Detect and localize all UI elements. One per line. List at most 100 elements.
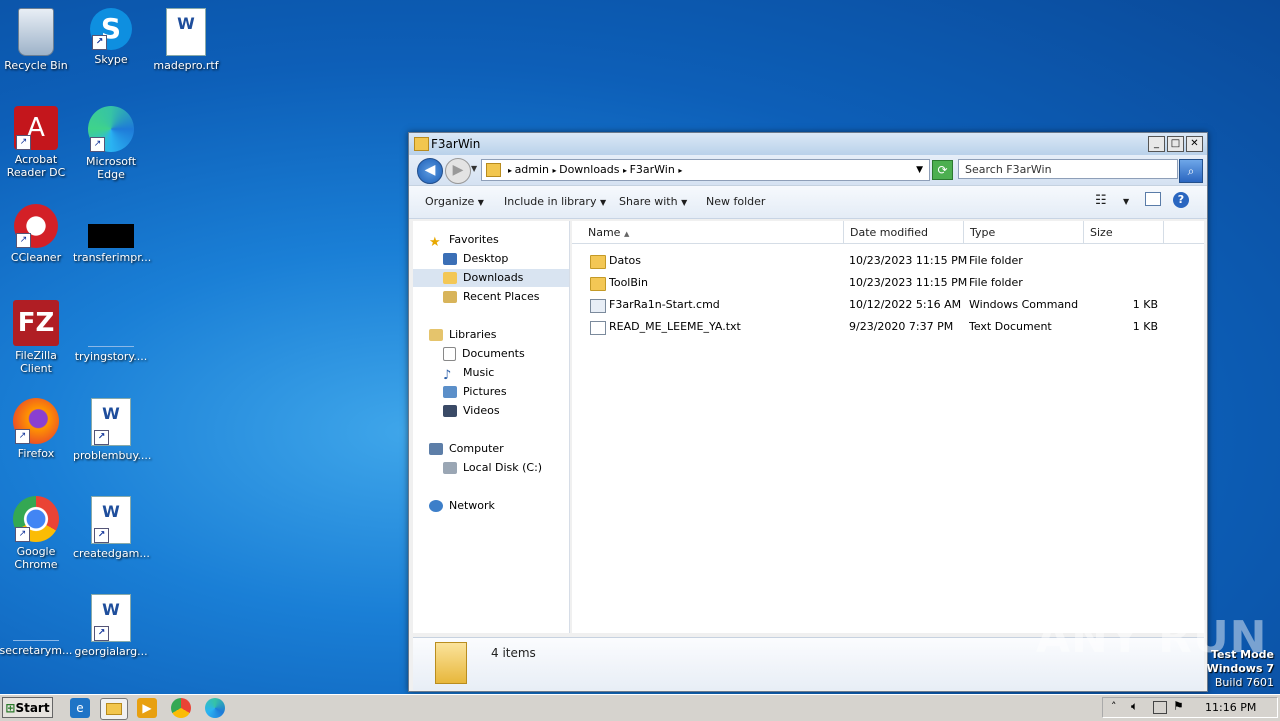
nav-music[interactable]: ♪ Music <box>443 364 494 383</box>
view-options-icon[interactable]: ☷ <box>1095 193 1107 208</box>
window-title: F3arWin <box>431 137 481 151</box>
text-file-icon <box>590 321 606 335</box>
breadcrumb-downloads[interactable]: Downloads <box>559 163 619 176</box>
folder-icon <box>435 642 467 684</box>
documents-icon <box>443 347 456 361</box>
nav-favorites[interactable]: ★ Favorites <box>429 231 499 250</box>
address-bar[interactable]: ▸ admin ▸ Downloads ▸ F3arWin ▸ ▼ <box>481 159 930 181</box>
explorer-window[interactable]: F3arWin _ □ ✕ ◀ ▶ ▼ ▸ admin ▸ Downloads … <box>408 132 1208 692</box>
share-with-button[interactable]: Share with ▼ <box>619 195 687 208</box>
network-icon <box>429 500 443 512</box>
recycle-bin-icon <box>18 8 54 56</box>
include-in-library-button[interactable]: Include in library ▼ <box>504 195 606 208</box>
desktop-icon-tryingstory[interactable]: tryingstory.... <box>73 300 149 363</box>
table-row[interactable]: READ_ME_LEEME_YA.txt 9/23/2020 7:37 PM T… <box>572 317 1204 337</box>
firefox-icon: ↗ <box>13 398 59 444</box>
word-document-icon: W ↗ <box>91 496 131 544</box>
desktop-icon-transferimpr[interactable]: transferimpr... <box>73 204 151 264</box>
downloads-folder-icon <box>443 272 457 284</box>
desktop-icon-createdgam[interactable]: W ↗ createdgam... <box>73 496 150 560</box>
nav-recent-places[interactable]: Recent Places <box>443 288 540 306</box>
search-icon[interactable]: ⌕ <box>1179 159 1203 183</box>
nav-libraries[interactable]: Libraries <box>429 326 497 344</box>
search-input[interactable]: Search F3arWin <box>958 159 1178 179</box>
action-center-flag-icon[interactable]: ⚑ <box>1173 699 1184 713</box>
desktop-icon-edge[interactable]: ↗ Microsoft Edge <box>73 106 149 181</box>
edge-taskbar-icon[interactable] <box>205 698 225 718</box>
desktop-icon-chrome[interactable]: ↗ Google Chrome <box>0 496 74 571</box>
column-header-size[interactable]: Size <box>1084 221 1164 244</box>
organize-button[interactable]: Organize ▼ <box>425 195 484 208</box>
recent-places-icon <box>443 291 457 303</box>
black-file-icon <box>88 224 134 248</box>
start-button[interactable]: ⊞Start <box>2 697 53 718</box>
network-tray-icon[interactable] <box>1153 701 1167 714</box>
blank-file-icon <box>88 322 134 347</box>
column-header-type[interactable]: Type <box>964 221 1084 244</box>
table-row[interactable]: ToolBin 10/23/2023 11:15 PM File folder <box>572 273 1204 293</box>
star-icon: ★ <box>429 235 441 250</box>
desktop-icon-secretarym[interactable]: secretarym... <box>0 594 74 657</box>
libraries-icon <box>429 329 443 341</box>
folder-icon <box>590 255 606 269</box>
view-dropdown-icon[interactable]: ▼ <box>1123 197 1129 206</box>
close-button[interactable]: ✕ <box>1186 136 1203 152</box>
title-bar[interactable]: F3arWin _ □ ✕ <box>409 133 1207 155</box>
nav-local-disk[interactable]: Local Disk (C:) <box>443 459 542 477</box>
maximize-button[interactable]: □ <box>1167 136 1184 152</box>
media-player-icon[interactable]: ▶ <box>137 698 157 718</box>
desktop-icon-problembuy[interactable]: W ↗ problembuy.... <box>73 398 151 462</box>
address-row: ◀ ▶ ▼ ▸ admin ▸ Downloads ▸ F3arWin ▸ ▼ … <box>409 155 1207 186</box>
nav-computer[interactable]: Computer <box>429 440 504 458</box>
breadcrumb-f3arwin[interactable]: F3arWin <box>630 163 675 176</box>
computer-icon <box>429 443 443 455</box>
explorer-taskbar-icon[interactable] <box>100 698 128 720</box>
windows-logo-icon: ⊞ <box>5 701 16 715</box>
cmd-file-icon <box>590 299 606 313</box>
chrome-taskbar-icon[interactable] <box>171 698 191 718</box>
local-disk-icon <box>443 462 457 474</box>
internet-explorer-icon[interactable]: e <box>70 698 90 718</box>
new-folder-button[interactable]: New folder <box>706 195 765 208</box>
nav-videos[interactable]: Videos <box>443 402 500 420</box>
desktop-icon-madepro[interactable]: W madepro.rtf <box>148 8 224 72</box>
breadcrumb-admin[interactable]: admin <box>515 163 549 176</box>
desktop-icon-acrobat[interactable]: A ↗ Acrobat Reader DC <box>0 106 74 179</box>
clock[interactable]: 11:16 PM <box>1205 701 1256 714</box>
taskbar: ⊞Start e ▶ ˄ 🔈︎ ⚑ 11:16 PM <box>0 694 1280 721</box>
back-button[interactable]: ◀ <box>417 158 443 184</box>
recent-pages-dropdown-icon[interactable]: ▼ <box>471 164 477 173</box>
acrobat-icon: A ↗ <box>14 106 58 150</box>
nav-documents[interactable]: Documents <box>443 345 525 363</box>
volume-icon[interactable]: 🔈︎ <box>1131 699 1138 714</box>
blank-file-icon <box>13 616 59 641</box>
nav-desktop[interactable]: Desktop <box>443 250 508 268</box>
forward-button[interactable]: ▶ <box>445 158 471 184</box>
word-document-icon: W ↗ <box>91 594 131 642</box>
column-header-date[interactable]: Date modified <box>844 221 964 244</box>
desktop-icon-skype[interactable]: S ↗ Skype <box>73 8 149 66</box>
nav-downloads[interactable]: Downloads <box>413 269 569 287</box>
column-header-name[interactable]: Name ▲ <box>572 221 844 244</box>
help-icon[interactable]: ? <box>1173 192 1189 208</box>
desktop-icon-firefox[interactable]: ↗ Firefox <box>0 398 74 460</box>
desktop-icon-recycle-bin[interactable]: Recycle Bin <box>0 8 74 72</box>
pictures-icon <box>443 386 457 398</box>
table-row[interactable]: F3arRa1n-Start.cmd 10/12/2022 5:16 AM Wi… <box>572 295 1204 315</box>
address-dropdown-icon[interactable]: ▼ <box>916 160 923 180</box>
refresh-button[interactable]: ⟳ <box>932 160 953 180</box>
show-hidden-icons-icon[interactable]: ˄ <box>1111 700 1117 713</box>
desktop-icon-filezilla[interactable]: FZ FileZilla Client <box>0 300 74 375</box>
desktop-icon-georgialarg[interactable]: W ↗ georgialarg... <box>73 594 149 658</box>
nav-network[interactable]: Network <box>429 497 495 515</box>
sort-ascending-icon: ▲ <box>623 230 630 238</box>
word-document-icon: W <box>166 8 206 56</box>
minimize-button[interactable]: _ <box>1148 136 1165 152</box>
preview-pane-icon[interactable] <box>1145 192 1161 206</box>
skype-icon: S ↗ <box>90 8 132 50</box>
desktop-icon-ccleaner[interactable]: ↗ CCleaner <box>0 204 74 264</box>
table-row[interactable]: Datos 10/23/2023 11:15 PM File folder <box>572 251 1204 271</box>
videos-icon <box>443 405 457 417</box>
nav-pictures[interactable]: Pictures <box>443 383 507 401</box>
chrome-icon: ↗ <box>13 496 59 542</box>
